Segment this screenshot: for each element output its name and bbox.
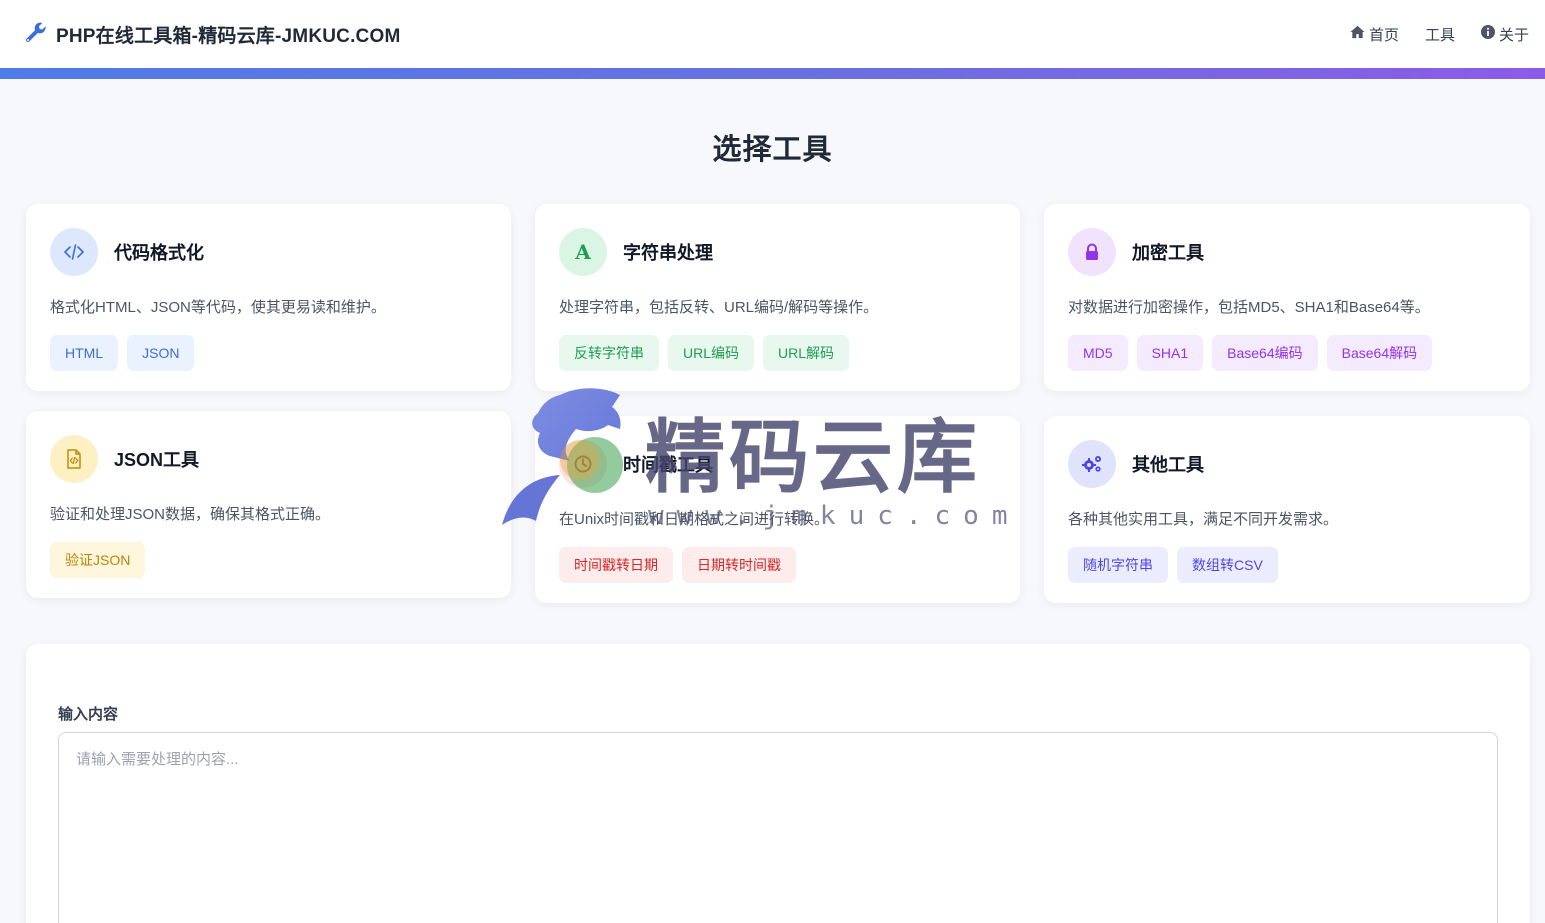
card-title: 其他工具 bbox=[1132, 455, 1204, 475]
font-letter-a-icon: A bbox=[559, 228, 607, 276]
wrench-icon bbox=[24, 20, 48, 49]
card-description: 验证和处理JSON数据，确保其格式正确。 bbox=[50, 506, 331, 523]
card-description: 格式化HTML、JSON等代码，使其更易读和维护。 bbox=[50, 299, 386, 316]
main-nav: 首页 工具 关于 bbox=[1350, 24, 1529, 45]
tag-json[interactable]: JSON bbox=[127, 335, 195, 371]
tag-date-to-timestamp[interactable]: 日期转时间戳 bbox=[682, 547, 796, 583]
tag-random-string[interactable]: 随机字符串 bbox=[1068, 547, 1168, 583]
tag-url-decode[interactable]: URL解码 bbox=[763, 335, 850, 371]
code-icon bbox=[50, 228, 98, 276]
card-title: 代码格式化 bbox=[114, 243, 204, 263]
brand-title: PHP在线工具箱-精码云库-JMKUC.COM bbox=[56, 25, 401, 47]
json-file-icon bbox=[50, 435, 98, 483]
card-description: 各种其他实用工具，满足不同开发需求。 bbox=[1068, 511, 1339, 528]
input-label: 输入内容 bbox=[58, 706, 119, 723]
tag-base64-decode[interactable]: Base64解码 bbox=[1326, 335, 1433, 371]
section-title: 选择工具 bbox=[712, 134, 833, 166]
card-title: 加密工具 bbox=[1132, 243, 1204, 263]
nav-item-about-label: 关于 bbox=[1498, 26, 1529, 44]
nav-item-home[interactable]: 首页 bbox=[1350, 24, 1399, 45]
tool-card-other[interactable]: 其他工具 各种其他实用工具，满足不同开发需求。 随机字符串 数组转CSV bbox=[1044, 416, 1530, 603]
top-navbar: PHP在线工具箱-精码云库-JMKUC.COM 首页 工具 关于 bbox=[0, 0, 1545, 68]
nav-item-tools-label: 工具 bbox=[1424, 26, 1455, 44]
tool-card-string[interactable]: A 字符串处理 处理字符串，包括反转、URL编码/解码等操作。 反转字符串 UR… bbox=[535, 204, 1020, 391]
gears-icon bbox=[1068, 440, 1116, 488]
tool-card-code-format[interactable]: 代码格式化 格式化HTML、JSON等代码，使其更易读和维护。 HTML JSO… bbox=[26, 204, 511, 391]
clock-icon bbox=[559, 440, 607, 488]
tool-card-encrypt[interactable]: 加密工具 对数据进行加密操作，包括MD5、SHA1和Base64等。 MD5 S… bbox=[1044, 204, 1530, 391]
tag-reverse-string[interactable]: 反转字符串 bbox=[559, 335, 659, 371]
tool-card-timestamp[interactable]: 时间戳工具 在Unix时间戳和日期格式之间进行转换。 时间戳转日期 日期转时间戳 bbox=[535, 416, 1020, 603]
tool-card-json[interactable]: JSON工具 验证和处理JSON数据，确保其格式正确。 验证JSON bbox=[26, 411, 511, 598]
tag-md5[interactable]: MD5 bbox=[1068, 335, 1128, 371]
nav-item-home-label: 首页 bbox=[1368, 26, 1399, 44]
header-accent-bar bbox=[0, 68, 1545, 79]
svg-text:A: A bbox=[574, 240, 591, 264]
card-description: 处理字符串，包括反转、URL编码/解码等操作。 bbox=[559, 299, 879, 316]
content-input[interactable] bbox=[58, 732, 1498, 923]
card-tags: 时间戳转日期 日期转时间戳 bbox=[559, 547, 996, 583]
card-description: 对数据进行加密操作，包括MD5、SHA1和Base64等。 bbox=[1068, 299, 1430, 316]
nav-item-tools[interactable]: 工具 bbox=[1425, 24, 1455, 45]
tag-base64-encode[interactable]: Base64编码 bbox=[1212, 335, 1318, 371]
card-tags: 随机字符串 数组转CSV bbox=[1068, 547, 1506, 583]
home-icon bbox=[1350, 25, 1365, 43]
card-title: JSON工具 bbox=[114, 450, 200, 470]
card-description: 在Unix时间戳和日期格式之间进行转换。 bbox=[559, 511, 830, 528]
tag-timestamp-to-date[interactable]: 时间戳转日期 bbox=[559, 547, 673, 583]
card-tags: MD5 SHA1 Base64编码 Base64解码 bbox=[1068, 335, 1506, 371]
card-title: 字符串处理 bbox=[623, 243, 713, 263]
tag-html[interactable]: HTML bbox=[50, 335, 119, 371]
tag-url-encode[interactable]: URL编码 bbox=[668, 335, 755, 371]
tag-validate-json[interactable]: 验证JSON bbox=[50, 542, 146, 578]
card-tags: 验证JSON bbox=[50, 542, 487, 578]
tag-array-to-csv[interactable]: 数组转CSV bbox=[1177, 547, 1278, 583]
tag-sha1[interactable]: SHA1 bbox=[1136, 335, 1204, 371]
card-tags: 反转字符串 URL编码 URL解码 bbox=[559, 335, 996, 371]
info-circle-icon bbox=[1480, 25, 1495, 43]
card-title: 时间戳工具 bbox=[623, 455, 713, 475]
brand[interactable]: PHP在线工具箱-精码云库-JMKUC.COM bbox=[24, 20, 401, 49]
input-panel: 输入内容 bbox=[26, 644, 1530, 923]
card-tags: HTML JSON bbox=[50, 335, 487, 371]
nav-item-about[interactable]: 关于 bbox=[1480, 24, 1529, 45]
lock-icon bbox=[1068, 228, 1116, 276]
